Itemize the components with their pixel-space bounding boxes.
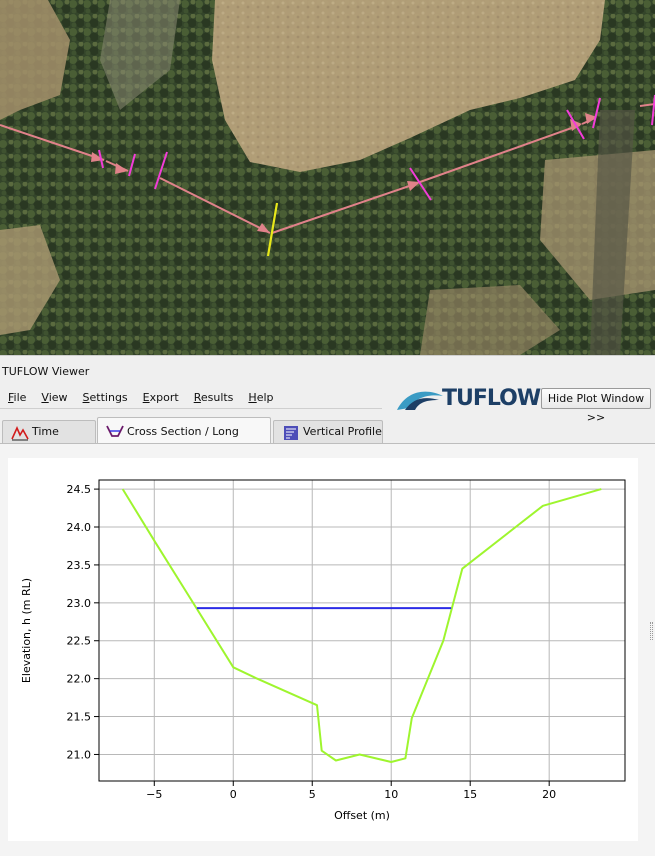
map-canvas[interactable]: [0, 0, 655, 355]
cross-section-icon: [106, 425, 124, 437]
x-tick-label: −5: [146, 788, 162, 801]
menu-label-rest: ile: [13, 391, 27, 404]
menu-mnemonic: V: [41, 391, 49, 404]
x-tick-label: 10: [384, 788, 398, 801]
menu-file[interactable]: File: [0, 389, 33, 409]
tuflow-logo: TUFLOW: [395, 384, 541, 414]
x-tick-label: 15: [463, 788, 477, 801]
window-title: TUFLOW Viewer: [2, 365, 90, 378]
x-axis-label: Offset (m): [334, 809, 390, 822]
tab-time-series[interactable]: Time Series: [2, 420, 96, 460]
logo-text: TUFLOW: [442, 386, 541, 411]
plot-border: [98, 479, 626, 782]
tab-label: Vertical Profile: [303, 425, 382, 438]
menu-bar: File View Settings Export Results Help: [0, 389, 281, 409]
vertical-profile-icon: [284, 426, 298, 440]
menu-results[interactable]: Results: [186, 389, 241, 409]
y-tick-label: 21.5: [67, 711, 92, 724]
x-tick-label: 0: [230, 788, 237, 801]
plot-tabs: Time Series Cross Section / Long Profile…: [0, 417, 655, 465]
x-tick-label: 20: [542, 788, 556, 801]
y-tick-label: 24.0: [67, 521, 92, 534]
y-tick-label: 24.5: [67, 483, 92, 496]
y-axis-label: Elevation, h (m RL): [20, 578, 33, 683]
y-tick-label: 22.5: [67, 635, 92, 648]
hide-plot-window-button[interactable]: Hide Plot Window >>: [541, 388, 651, 424]
tab-cross-section[interactable]: Cross Section / Long Profile: [97, 417, 271, 465]
ground-profile-line: [121, 488, 602, 763]
plot-window: TUFLOW Viewer File View Settings Export Resu…: [0, 355, 655, 856]
menu-mnemonic: H: [248, 391, 257, 404]
menu-divider: [0, 408, 382, 409]
menu-label-rest: xport: [149, 391, 179, 404]
menu-mnemonic: E: [142, 391, 150, 404]
menu-label-rest: esults: [200, 391, 234, 404]
menu-settings[interactable]: Settings: [75, 389, 135, 409]
aerial-imagery: [0, 0, 655, 355]
y-tick-label: 23.0: [67, 597, 92, 610]
menu-mnemonic: S: [82, 391, 90, 404]
y-tick-label: 23.5: [67, 559, 92, 572]
menu-export[interactable]: Export: [135, 389, 186, 409]
plot-frame: −5 0 5 10 15 20 21.0 21.5 22.0 22.5 23.0 23.5 24.0 24…: [0, 443, 655, 856]
logo-wave-icon: [397, 391, 443, 410]
y-tick-label: 22.0: [67, 673, 92, 686]
plot-canvas[interactable]: −5 0 5 10 15 20 21.0 21.5 22.0 22.5 23.0 23.5 24.0 24…: [8, 458, 638, 841]
x-tick-label: 5: [309, 788, 316, 801]
menu-mnemonic: R: [193, 391, 201, 404]
cross-section-chart: −5 0 5 10 15 20 21.0 21.5 22.0 22.5 23.0 23.5 24.0 24…: [20, 479, 626, 822]
y-tick-label: 21.0: [67, 748, 92, 761]
menu-label-rest: iew: [48, 391, 68, 404]
menu-label-rest: elp: [256, 391, 274, 404]
menu-view[interactable]: View: [33, 389, 74, 409]
menu-help[interactable]: Help: [240, 389, 280, 409]
splitter-handle[interactable]: [650, 622, 653, 640]
menu-label-rest: ettings: [89, 391, 128, 404]
tab-vertical-profile[interactable]: Vertical Profile: [273, 420, 383, 444]
time-series-icon: [11, 426, 29, 441]
